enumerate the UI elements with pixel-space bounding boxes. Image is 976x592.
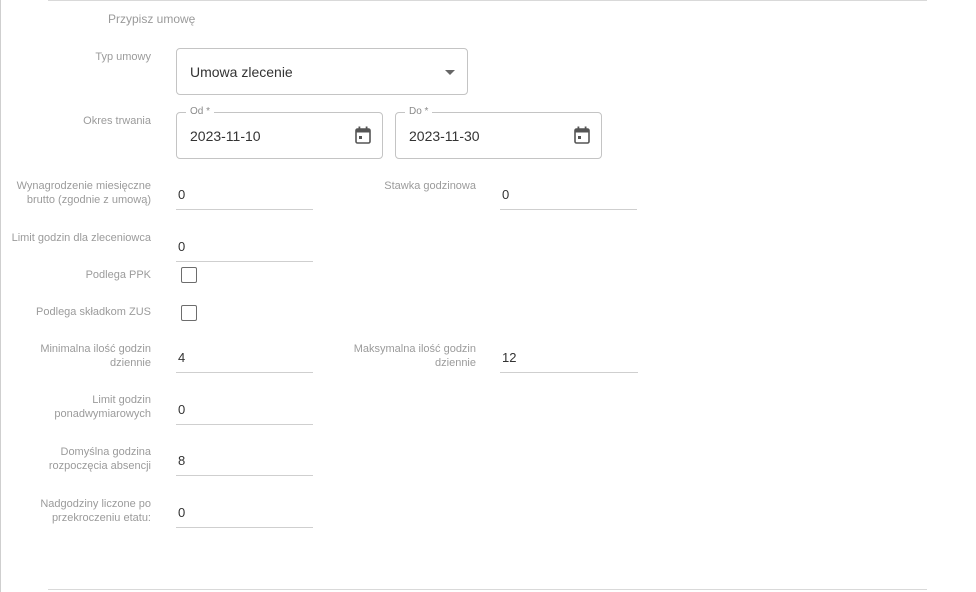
top-divider <box>48 0 927 1</box>
overtime-limit-value: 0 <box>178 402 186 417</box>
monthly-salary-value: 0 <box>178 187 186 202</box>
date-to-legend: Do * <box>405 105 433 119</box>
max-hours-input[interactable]: 12 <box>500 341 638 373</box>
hourly-rate-label: Stawka godzinowa <box>384 180 476 192</box>
zus-checkbox[interactable] <box>181 305 197 321</box>
calendar-icon[interactable] <box>355 126 371 144</box>
monthly-salary-label: Wynagrodzenie miesięczne brutto (zgodnie… <box>16 180 151 206</box>
panel-left-border <box>0 0 1 592</box>
absence-start-label: Domyślna godzina rozpoczęcia absencji <box>48 446 151 472</box>
date-to-value: 2023-11-30 <box>409 128 480 144</box>
overtime-limit-label: Limit godzin ponadwymiarowych <box>54 394 151 420</box>
calendar-icon[interactable] <box>574 126 590 144</box>
date-from-legend: Od * <box>186 105 215 119</box>
max-hours-label: Maksymalna ilość godzin dziennie <box>353 343 476 369</box>
date-from-field[interactable]: Od * 2023-11-10 <box>176 105 383 159</box>
contract-type-value: Umowa zlecenie <box>190 64 293 80</box>
overtime-limit-input[interactable]: 0 <box>176 393 313 425</box>
bottom-divider <box>48 589 927 590</box>
hours-limit-value: 0 <box>178 239 186 254</box>
hourly-rate-value: 0 <box>502 187 510 202</box>
date-to-field[interactable]: Do * 2023-11-30 <box>395 105 602 159</box>
section-title: Przypisz umowę <box>108 12 196 26</box>
absence-start-value: 8 <box>178 453 186 468</box>
duration-label: Okres trwania <box>83 115 151 127</box>
ppk-checkbox[interactable] <box>181 267 197 283</box>
contract-type-select[interactable]: Umowa zlecenie <box>176 48 468 95</box>
date-from-value: 2023-11-10 <box>190 128 261 144</box>
zus-label: Podlega składkom ZUS <box>36 306 151 318</box>
absence-start-input[interactable]: 8 <box>176 444 313 476</box>
min-hours-value: 4 <box>178 350 186 365</box>
overtime-after-value: 0 <box>178 505 186 520</box>
overtime-after-input[interactable]: 0 <box>176 496 313 528</box>
ppk-label: Podlega PPK <box>85 269 151 281</box>
min-hours-input[interactable]: 4 <box>176 341 313 373</box>
min-hours-label: Minimalna ilość godzin dziennie <box>40 343 151 369</box>
chevron-down-icon <box>445 70 455 75</box>
hours-limit-label: Limit godzin dla zleceniowca <box>11 232 151 244</box>
max-hours-value: 12 <box>502 350 517 365</box>
overtime-after-label: Nadgodziny liczone po przekroczeniu etat… <box>40 498 151 524</box>
monthly-salary-input[interactable]: 0 <box>176 178 313 210</box>
hourly-rate-input[interactable]: 0 <box>500 178 637 210</box>
hours-limit-input[interactable]: 0 <box>176 230 313 262</box>
contract-type-label: Typ umowy <box>95 51 151 63</box>
